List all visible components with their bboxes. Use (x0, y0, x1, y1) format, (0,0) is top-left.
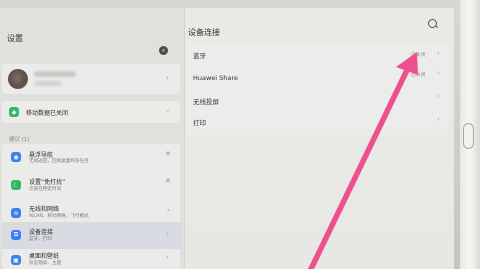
annotation-arrow-shaft (308, 63, 412, 269)
annotation-arrow (308, 52, 418, 269)
